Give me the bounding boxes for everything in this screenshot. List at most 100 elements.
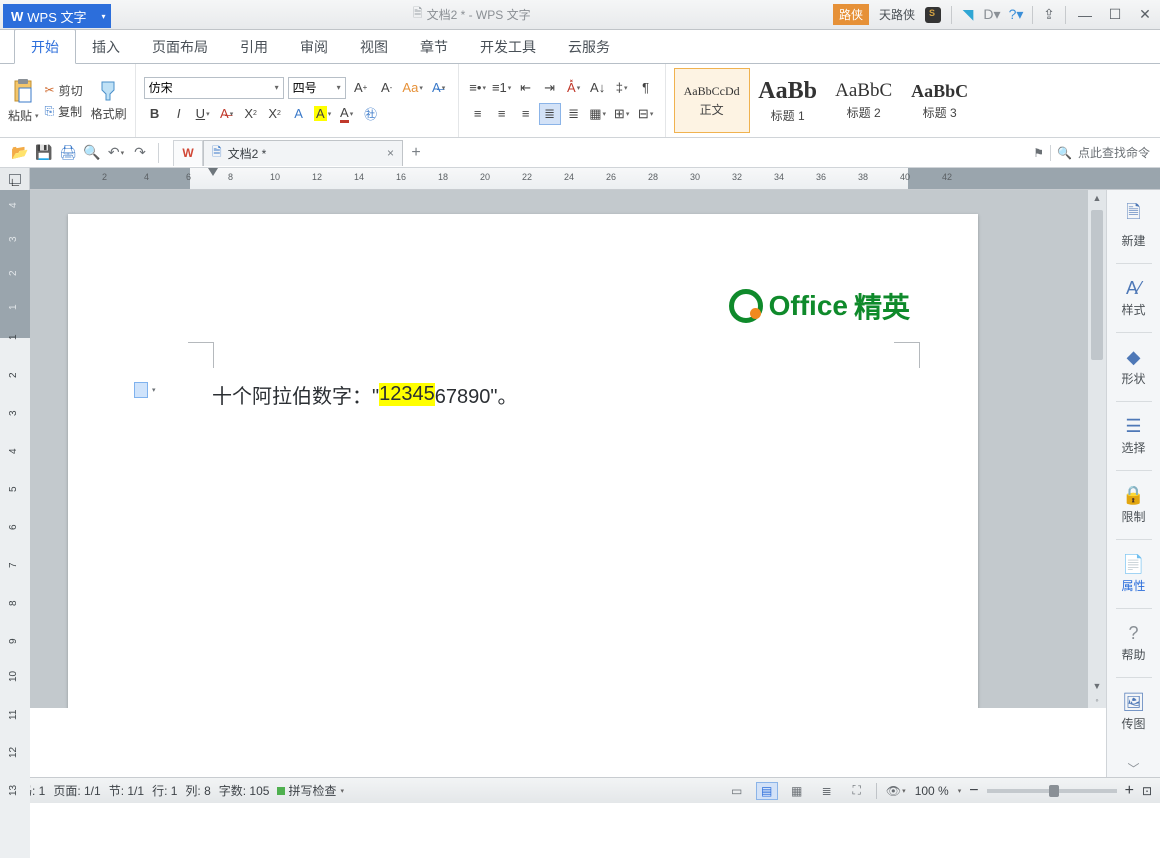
paste-button[interactable]: 粘贴▾	[8, 107, 39, 124]
upload-icon[interactable]: ⇪	[1037, 3, 1061, 27]
flag-icon[interactable]: ⚑	[1033, 146, 1044, 160]
view-fullscreen[interactable]: ⛶	[846, 782, 868, 800]
bold-button[interactable]: B	[144, 103, 166, 125]
grow-font-button[interactable]: A+	[350, 77, 372, 99]
bullets-button[interactable]: ≡•▾	[467, 77, 489, 99]
app-menu-dropdown[interactable]: ▾	[97, 4, 111, 28]
zoom-out-button[interactable]: −	[969, 782, 978, 800]
tab-review[interactable]: 审阅	[284, 30, 344, 63]
side-help[interactable]: ?帮助	[1121, 623, 1145, 663]
tab-stop-selector[interactable]: ∟	[9, 174, 21, 184]
tab-start[interactable]: 开始	[14, 29, 76, 64]
shading-button[interactable]: ▦▾	[587, 103, 609, 125]
status-page[interactable]: 页面: 1/1	[53, 782, 100, 799]
italic-button[interactable]: I	[168, 103, 190, 125]
numbering-button[interactable]: ≡1▾	[491, 77, 513, 99]
align-right-button[interactable]: ≡	[515, 103, 537, 125]
decrease-indent-button[interactable]: ⇤	[515, 77, 537, 99]
horizontal-ruler[interactable]: ∟ 24681012141618202224262830323436384042	[0, 168, 1160, 190]
strikethrough-button[interactable]: A̶▾	[216, 103, 238, 125]
change-case-button[interactable]: Aa▾	[402, 77, 424, 99]
qat-open-icon[interactable]: 📂	[8, 141, 32, 165]
subscript-button[interactable]: X2	[264, 103, 286, 125]
line-spacing-button[interactable]: ‡▾	[611, 77, 633, 99]
vertical-ruler[interactable]: 123456789101112134321	[0, 190, 30, 708]
vertical-scrollbar[interactable]: ▲ ▼ ◦	[1088, 190, 1106, 708]
format-painter-icon[interactable]	[98, 79, 120, 103]
clear-format-button[interactable]: A̶▾	[428, 77, 450, 99]
zoom-in-button[interactable]: +	[1125, 782, 1134, 800]
qat-preview-icon[interactable]: 🔍	[80, 141, 104, 165]
document-tab[interactable]: 🗎 文档2 * ×	[203, 140, 403, 166]
borders-button[interactable]: ⊞▾	[611, 103, 633, 125]
side-restrict[interactable]: 🔒限制	[1121, 485, 1145, 525]
minimize-button[interactable]: —	[1070, 3, 1100, 27]
align-distribute-button[interactable]: ≣	[563, 103, 585, 125]
side-shapes[interactable]: ◆形状	[1121, 347, 1145, 387]
view-outline[interactable]: ≣	[816, 782, 838, 800]
close-tab-icon[interactable]: ×	[387, 146, 394, 160]
side-transfer[interactable]: 🖼传图	[1121, 692, 1145, 732]
text-effect-button[interactable]: A	[288, 103, 310, 125]
badge-orange[interactable]: 路侠	[833, 4, 869, 25]
side-new[interactable]: 🗎新建	[1121, 200, 1145, 249]
copy-button[interactable]: ⎘复制	[45, 103, 83, 120]
tab-developer[interactable]: 开发工具	[464, 30, 552, 63]
font-name-combo[interactable]: 仿宋▾	[144, 77, 284, 99]
asian-layout-button[interactable]: A̽▾	[563, 77, 585, 99]
side-collapse[interactable]: ﹀	[1127, 760, 1139, 777]
align-justify-button[interactable]: ≣	[539, 103, 561, 125]
document-text[interactable]: 十个阿拉伯数字："1234567890"。	[212, 380, 517, 409]
search-hint[interactable]: 点此查找命令	[1078, 144, 1150, 161]
paste-icon[interactable]	[8, 77, 38, 105]
style-heading1[interactable]: AaBb 标题 1	[750, 68, 826, 133]
close-button[interactable]: ✕	[1130, 3, 1160, 27]
status-spellcheck[interactable]: 拼写检查▾	[277, 782, 344, 799]
cloud-sync-icon[interactable]: ◥	[956, 3, 980, 27]
tab-cloud[interactable]: 云服务	[552, 30, 626, 63]
tab-chapter[interactable]: 章节	[404, 30, 464, 63]
home-tab[interactable]: W	[173, 140, 203, 166]
side-properties[interactable]: 📄属性	[1121, 554, 1145, 594]
tab-insert[interactable]: 插入	[76, 30, 136, 63]
view-print-layout[interactable]: ▭	[726, 782, 748, 800]
scroll-up-icon[interactable]: ▲	[1088, 190, 1106, 206]
side-select[interactable]: ☰选择	[1121, 416, 1145, 456]
maximize-button[interactable]: ☐	[1100, 3, 1130, 27]
status-section[interactable]: 节: 1/1	[109, 782, 144, 799]
underline-button[interactable]: U▾	[192, 103, 214, 125]
format-painter-button[interactable]: 格式刷	[91, 105, 127, 122]
settings-d-icon[interactable]: D▾	[980, 3, 1004, 27]
fit-page-button[interactable]: ⊡	[1142, 784, 1152, 798]
tab-references[interactable]: 引用	[224, 30, 284, 63]
shrink-font-button[interactable]: A-	[376, 77, 398, 99]
font-color-button[interactable]: A▾	[336, 103, 358, 125]
qat-print-icon[interactable]: 🖨	[56, 141, 80, 165]
user-name[interactable]: 天路侠	[875, 6, 919, 23]
tab-page-layout[interactable]: 页面布局	[136, 30, 224, 63]
superscript-button[interactable]: X2	[240, 103, 262, 125]
view-web[interactable]: ▦	[786, 782, 808, 800]
phonetic-button[interactable]: ㊓	[360, 103, 382, 125]
app-logo[interactable]: WWPS 文字	[3, 4, 97, 28]
zoom-slider[interactable]	[987, 789, 1117, 793]
scroll-menu-icon[interactable]: ◦	[1088, 692, 1106, 708]
new-tab-button[interactable]: +	[403, 144, 429, 162]
scroll-thumb[interactable]	[1091, 210, 1103, 360]
tab-view[interactable]: 视图	[344, 30, 404, 63]
zoom-value[interactable]: 100 %	[915, 784, 949, 798]
align-left-button[interactable]: ≡	[467, 103, 489, 125]
side-styles[interactable]: A⁄样式	[1121, 278, 1145, 318]
highlight-button[interactable]: A▾	[312, 103, 334, 125]
increase-indent-button[interactable]: ⇥	[539, 77, 561, 99]
help-icon[interactable]: ?▾	[1004, 3, 1028, 27]
view-reading[interactable]: ▤	[756, 782, 778, 800]
paragraph-handle[interactable]: ▾	[134, 382, 156, 398]
status-row[interactable]: 行: 1	[152, 782, 177, 799]
style-heading2[interactable]: AaBbC 标题 2	[826, 68, 902, 133]
show-marks-button[interactable]: ¶	[635, 77, 657, 99]
status-chars[interactable]: 字数: 105	[219, 782, 270, 799]
status-col[interactable]: 列: 8	[185, 782, 210, 799]
style-heading3[interactable]: AaBbC 标题 3	[902, 68, 978, 133]
qat-undo-icon[interactable]: ↶▾	[104, 141, 128, 165]
